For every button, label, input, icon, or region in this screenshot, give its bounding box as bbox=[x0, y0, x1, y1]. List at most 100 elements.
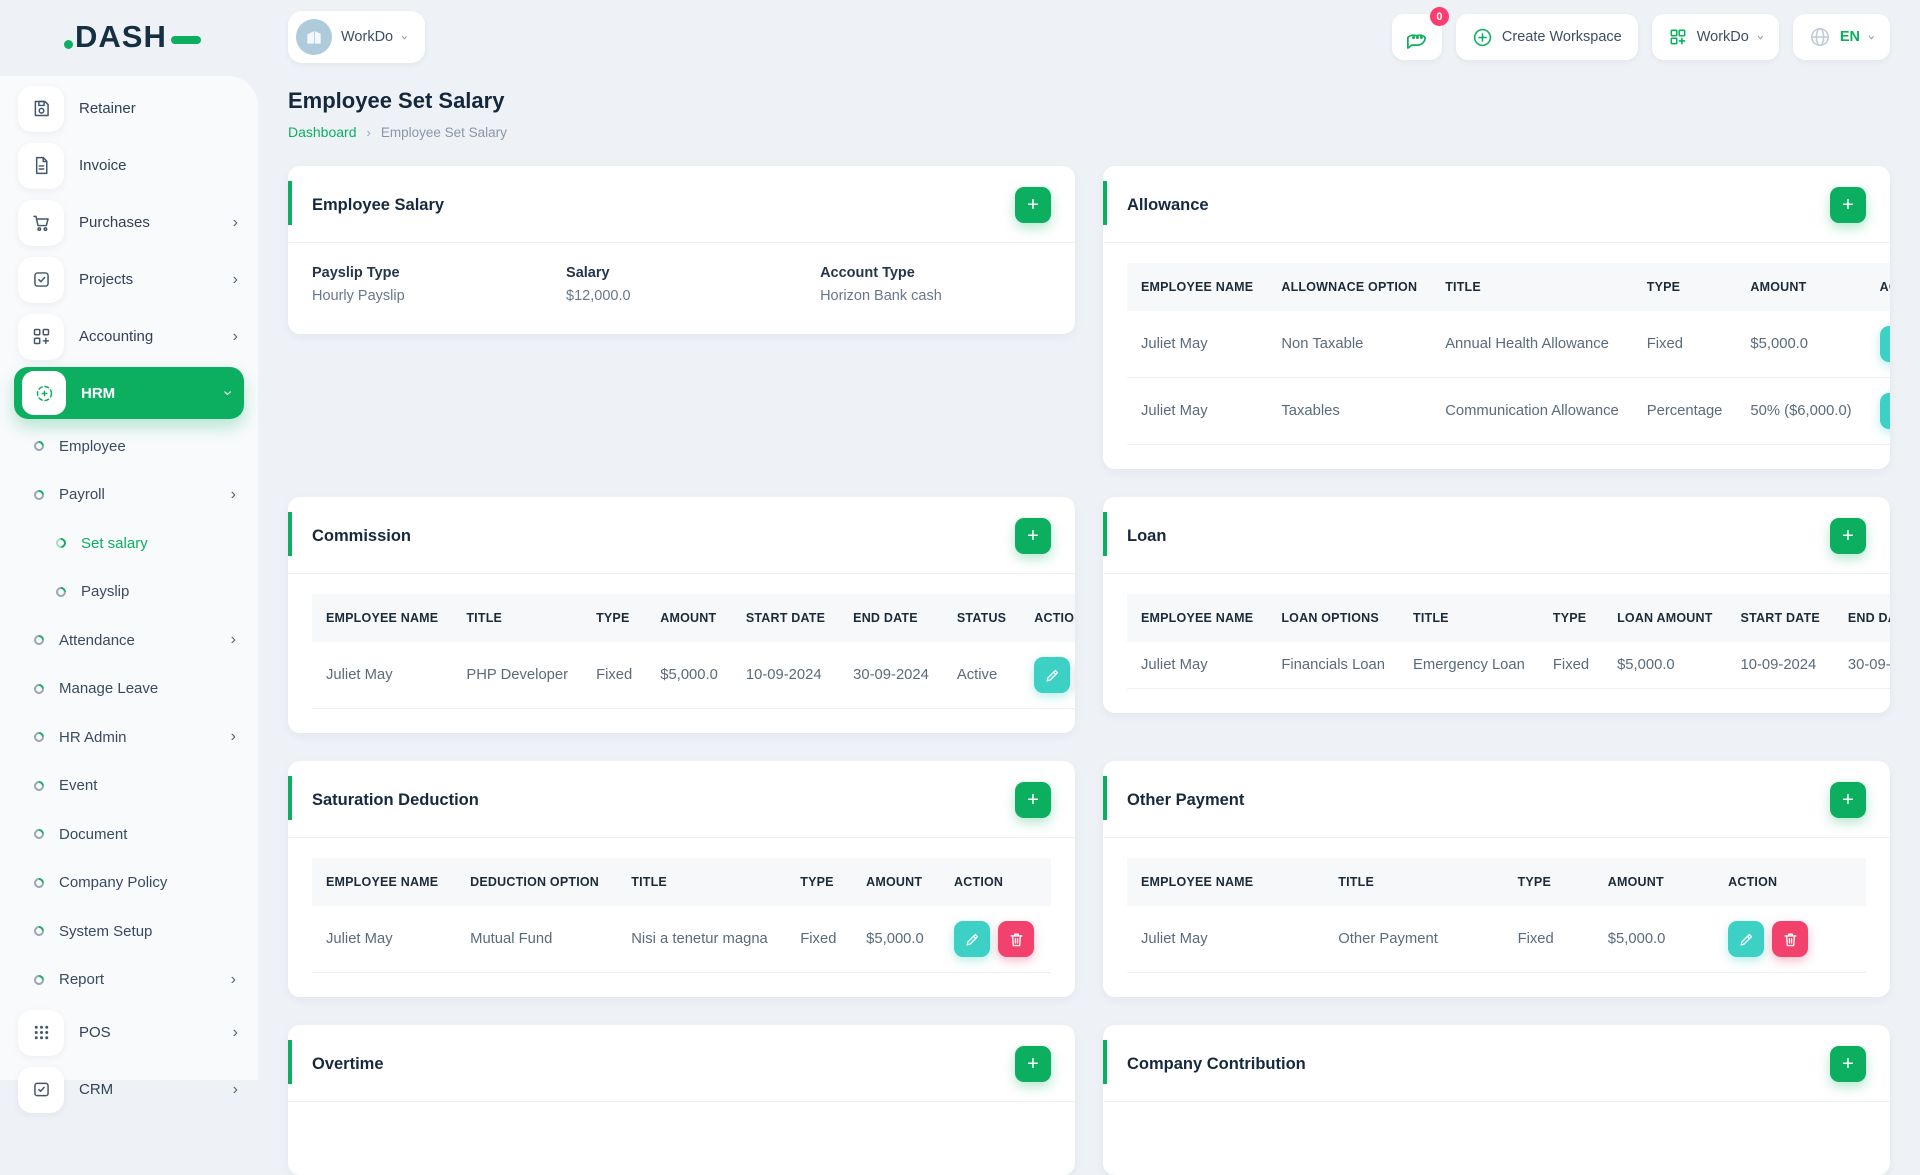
field-value: Horizon Bank cash bbox=[820, 288, 1051, 304]
column-header: TITLE bbox=[1399, 594, 1539, 642]
table-row: Juliet MayOther PaymentFixed$5,000.0 bbox=[1127, 906, 1866, 973]
sidebar-item-hr-admin[interactable]: HR Admin› bbox=[0, 713, 258, 762]
bullet-icon bbox=[32, 730, 46, 744]
table-cell: PHP Developer bbox=[452, 642, 582, 709]
card-employee-salary: Employee Salary+Payslip TypeHourly Paysl… bbox=[288, 166, 1075, 334]
app-logo[interactable]: DASH bbox=[64, 19, 258, 55]
breadcrumb-dashboard-link[interactable]: Dashboard bbox=[288, 124, 357, 140]
column-header: TYPE bbox=[582, 594, 646, 642]
sidebar-item-accounting[interactable]: Accounting› bbox=[0, 308, 258, 365]
sidebar-item-invoice[interactable]: Invoice bbox=[0, 137, 258, 194]
chevron-right-icon: › bbox=[233, 214, 238, 232]
add-overtime-button[interactable]: + bbox=[1015, 1046, 1051, 1082]
add-commission-button[interactable]: + bbox=[1015, 518, 1051, 554]
sidebar-item-retainer[interactable]: Retainer bbox=[0, 80, 258, 137]
add-loan-button[interactable]: + bbox=[1830, 518, 1866, 554]
sidebar-item-payslip[interactable]: Payslip bbox=[0, 568, 258, 617]
sidebar-item-projects[interactable]: Projects› bbox=[0, 251, 258, 308]
sidebar-item-report[interactable]: Report› bbox=[0, 956, 258, 1005]
edit-button[interactable] bbox=[1728, 921, 1764, 957]
sidebar-item-employee[interactable]: Employee bbox=[0, 422, 258, 471]
add-other-payment-button[interactable]: + bbox=[1830, 782, 1866, 818]
sidebar-item-company-policy[interactable]: Company Policy bbox=[0, 859, 258, 908]
add-allowance-button[interactable]: + bbox=[1830, 187, 1866, 223]
sidebar-item-hrm[interactable]: HRM› bbox=[14, 367, 244, 419]
chevron-right-icon: › bbox=[231, 728, 236, 746]
sidebar-item-pos[interactable]: POS› bbox=[0, 1004, 258, 1061]
table-wrap: EMPLOYEE NAMEALLOWNACE OPTIONTITLETYPEAM… bbox=[1103, 243, 1890, 469]
bullet-icon bbox=[54, 536, 68, 550]
table-cell: Juliet May bbox=[312, 906, 456, 973]
app-menu-dropdown[interactable]: WorkDo › bbox=[1652, 14, 1779, 60]
card-title: Allowance bbox=[1127, 196, 1209, 215]
plus-icon: + bbox=[1027, 790, 1039, 810]
saturation-deduction-table: EMPLOYEE NAMEDEDUCTION OPTIONTITLETYPEAM… bbox=[312, 858, 1051, 973]
column-header: ALLOWNACE OPTION bbox=[1267, 263, 1431, 311]
table-cell: Fixed bbox=[582, 642, 646, 709]
sidebar-item-label: CRM bbox=[79, 1081, 218, 1098]
card-allowance: Allowance + EMPLOYEE NAMEALLOWNACE OPTIONT… bbox=[1103, 166, 1890, 469]
app-menu-label: WorkDo bbox=[1697, 29, 1749, 45]
edit-button[interactable] bbox=[1880, 326, 1890, 362]
card-title: Saturation Deduction bbox=[312, 791, 479, 810]
card-company-contribution: Company Contribution+ bbox=[1103, 1025, 1890, 1175]
sidebar-item-label: Set salary bbox=[81, 535, 236, 552]
sidebar-item-attendance[interactable]: Attendance› bbox=[0, 616, 258, 665]
sidebar-item-manage-leave[interactable]: Manage Leave bbox=[0, 665, 258, 714]
workspace-selector[interactable]: WorkDo › bbox=[288, 11, 425, 63]
table-cell: Fixed bbox=[1633, 311, 1737, 378]
sidebar-nav: Retainer InvoicePurchases›Projects›Accoun… bbox=[0, 76, 258, 1080]
edit-button[interactable] bbox=[1880, 393, 1890, 429]
sidebar-item-set-salary[interactable]: Set salary bbox=[0, 519, 258, 568]
column-header: START DATE bbox=[1727, 594, 1834, 642]
messages-button[interactable]: 0 bbox=[1392, 14, 1442, 60]
chevron-down-icon: › bbox=[398, 35, 412, 40]
card-title: Overtime bbox=[312, 1055, 384, 1074]
sidebar-item-purchases[interactable]: Purchases› bbox=[0, 194, 258, 251]
delete-button[interactable] bbox=[1772, 921, 1808, 957]
invoice-icon bbox=[18, 143, 64, 189]
chevron-down-icon: › bbox=[1865, 35, 1879, 40]
table-row: Juliet MayFinancials LoanEmergency LoanF… bbox=[1127, 642, 1890, 689]
field-label: Salary bbox=[566, 265, 820, 281]
plus-icon: + bbox=[1842, 195, 1854, 215]
sidebar-item-label: Retainer bbox=[79, 100, 238, 117]
edit-button[interactable] bbox=[954, 921, 990, 957]
chevron-right-icon: › bbox=[233, 1024, 238, 1042]
table-cell: Percentage bbox=[1633, 378, 1737, 445]
breadcrumb-separator: › bbox=[367, 125, 371, 140]
card-header: Allowance + bbox=[1103, 166, 1890, 243]
sidebar-item-system-setup[interactable]: System Setup bbox=[0, 907, 258, 956]
add-company-contribution-button[interactable]: + bbox=[1830, 1046, 1866, 1082]
card-title: Employee Salary bbox=[312, 196, 444, 215]
column-header: STATUS bbox=[943, 594, 1020, 642]
bullet-icon bbox=[32, 633, 46, 647]
field-value: $12,000.0 bbox=[566, 288, 820, 304]
sidebar-item-event[interactable]: Event bbox=[0, 762, 258, 811]
column-header: LOAN OPTIONS bbox=[1267, 594, 1399, 642]
sidebar-item-document[interactable]: Document bbox=[0, 810, 258, 859]
bullet-icon bbox=[32, 924, 46, 938]
column-header: TITLE bbox=[452, 594, 582, 642]
column-header: END DATE bbox=[839, 594, 943, 642]
sidebar-item-payroll[interactable]: Payroll› bbox=[0, 471, 258, 520]
column-header: AMOUNT bbox=[646, 594, 732, 642]
edit-button[interactable] bbox=[1034, 657, 1070, 693]
table-wrap: EMPLOYEE NAMETITLETYPEAMOUNTSTART DATEEN… bbox=[288, 574, 1075, 733]
sidebar-item-label: HRM bbox=[81, 385, 210, 402]
bullet-icon bbox=[32, 439, 46, 453]
language-dropdown[interactable]: EN › bbox=[1793, 14, 1890, 60]
field-label: Account Type bbox=[820, 265, 1051, 281]
card-commission: Commission+EMPLOYEE NAMETITLETYPEAMOUNTS… bbox=[288, 497, 1075, 733]
create-workspace-button[interactable]: Create Workspace bbox=[1456, 14, 1638, 60]
chevron-right-icon: › bbox=[231, 631, 236, 649]
add-employee-salary-button[interactable]: + bbox=[1015, 187, 1051, 223]
column-header: LOAN AMOUNT bbox=[1603, 594, 1726, 642]
column-header: EMPLOYEE NAME bbox=[1127, 858, 1324, 906]
bullet-icon bbox=[32, 827, 46, 841]
sidebar-item-crm[interactable]: CRM› bbox=[0, 1061, 258, 1118]
delete-button[interactable] bbox=[998, 921, 1034, 957]
column-header: DEDUCTION OPTION bbox=[456, 858, 617, 906]
add-saturation-deduction-button[interactable]: + bbox=[1015, 782, 1051, 818]
globe-icon bbox=[1809, 26, 1831, 48]
